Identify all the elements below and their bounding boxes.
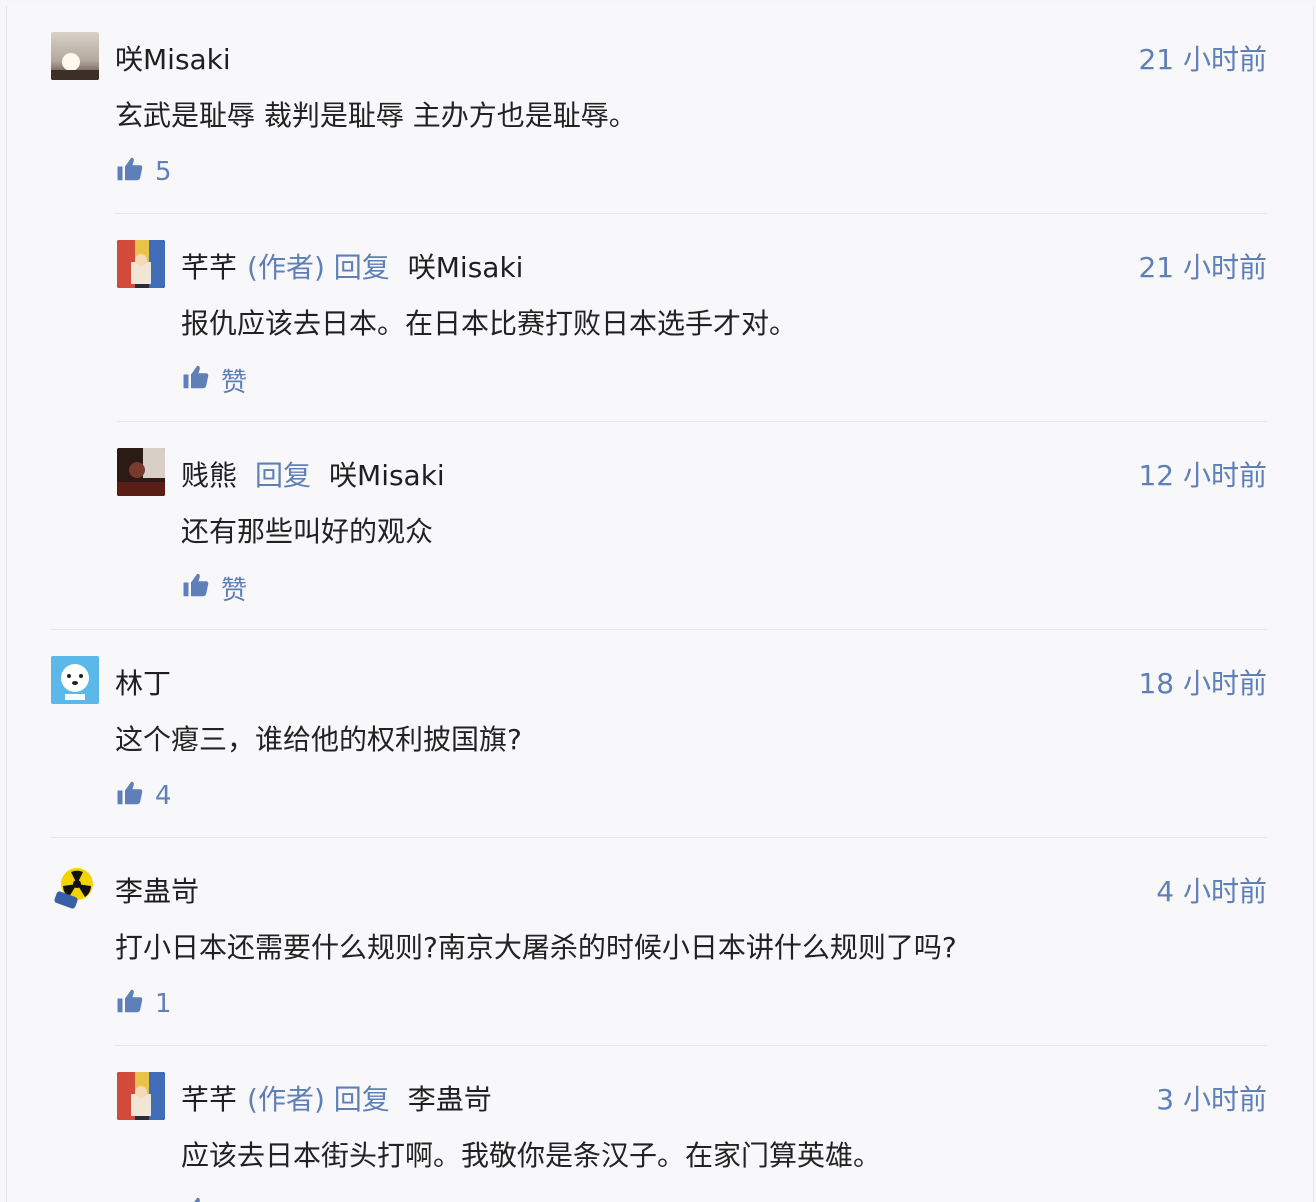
reply-target[interactable]: 咲Misaki <box>329 454 445 494</box>
like-button[interactable]: 1 <box>115 986 172 1022</box>
username[interactable]: 芊芊 <box>181 1078 237 1118</box>
like-button[interactable]: 5 <box>115 154 172 190</box>
username[interactable]: 咲Misaki <box>115 38 231 78</box>
like-label: 赞 <box>221 575 248 606</box>
like-label: 赞 <box>221 367 248 398</box>
timestamp: 3 小时前 <box>1156 1083 1267 1116</box>
reply-tag: 回复 <box>255 459 312 492</box>
username[interactable]: 李蛊岢 <box>115 870 199 910</box>
reply-target[interactable]: 咲Misaki <box>408 246 524 286</box>
avatar[interactable] <box>51 656 99 704</box>
comment-item: 林丁 18 小时前 这个瘪三，谁给他的权利披国旗? 4 <box>7 630 1313 838</box>
reply-target[interactable]: 李蛊岢 <box>408 1078 492 1118</box>
timestamp: 4 小时前 <box>1156 875 1267 908</box>
comment-item: 李蛊岢 4 小时前 打小日本还需要什么规则?南京大屠杀的时候小日本讲什么规则了吗… <box>7 838 1313 1046</box>
author-reply-tag: (作者) 回复 <box>247 251 390 284</box>
timestamp: 18 小时前 <box>1138 667 1267 700</box>
comment-text: 报仇应该去日本。在日本比赛打败日本选手才对。 <box>181 307 798 340</box>
avatar[interactable] <box>117 1072 165 1120</box>
like-button[interactable]: 4 <box>115 778 172 814</box>
comment-text: 这个瘪三，谁给他的权利披国旗? <box>115 723 522 756</box>
like-button[interactable]: 赞 <box>181 362 247 398</box>
comment-text: 应该去日本街头打啊。我敬你是条汉子。在家门算英雄。 <box>181 1139 882 1172</box>
avatar[interactable] <box>51 32 99 80</box>
comment-header: 芊芊 (作者) 回复 咲Misaki <box>181 246 1267 286</box>
comment-text: 打小日本还需要什么规则?南京大屠杀的时候小日本讲什么规则了吗? <box>115 931 957 964</box>
reply-item: 贱熊 回复 咲Misaki 12 小时前 还有那些叫好的观众 赞 <box>7 422 1313 630</box>
username[interactable]: 芊芊 <box>181 246 237 286</box>
comment-header: 林丁 <box>115 662 1267 702</box>
thumbs-up-icon <box>115 986 155 1023</box>
reply-item: 芊芊 (作者) 回复 咲Misaki 21 小时前 报仇应该去日本。在日本比赛打… <box>7 214 1313 422</box>
thumbs-up-icon <box>181 362 221 399</box>
avatar[interactable] <box>117 448 165 496</box>
reply-item: 芊芊 (作者) 回复 李蛊岢 3 小时前 应该去日本街头打啊。我敬你是条汉子。在… <box>7 1046 1313 1202</box>
like-button[interactable]: 赞 <box>181 570 247 606</box>
comment-header: 贱熊 回复 咲Misaki <box>181 454 1267 494</box>
comment-header: 李蛊岢 <box>115 870 1267 910</box>
timestamp: 21 小时前 <box>1138 43 1267 76</box>
avatar[interactable] <box>117 240 165 288</box>
thumbs-up-icon <box>115 778 155 815</box>
comment-text: 玄武是耻辱 裁判是耻辱 主办方也是耻辱。 <box>115 99 637 132</box>
username[interactable]: 林丁 <box>115 662 171 702</box>
like-count: 4 <box>155 781 172 811</box>
like-button[interactable] <box>181 1194 221 1202</box>
comment-header: 咲Misaki <box>115 38 1267 78</box>
username[interactable]: 贱熊 <box>181 454 237 494</box>
thumbs-up-icon <box>181 1194 221 1202</box>
comment-item: 咲Misaki 21 小时前 玄武是耻辱 裁判是耻辱 主办方也是耻辱。 5 <box>7 6 1313 214</box>
thumbs-up-icon <box>181 570 221 607</box>
like-count: 5 <box>155 157 172 187</box>
like-count: 1 <box>155 989 172 1019</box>
timestamp: 21 小时前 <box>1138 251 1267 284</box>
avatar[interactable] <box>51 864 99 912</box>
comment-text: 还有那些叫好的观众 <box>181 515 434 548</box>
thumbs-up-icon <box>115 154 155 191</box>
author-reply-tag: (作者) 回复 <box>247 1083 390 1116</box>
comment-list: 咲Misaki 21 小时前 玄武是耻辱 裁判是耻辱 主办方也是耻辱。 5 芊芊… <box>6 6 1314 1202</box>
timestamp: 12 小时前 <box>1138 459 1267 492</box>
comment-header: 芊芊 (作者) 回复 李蛊岢 <box>181 1078 1267 1118</box>
